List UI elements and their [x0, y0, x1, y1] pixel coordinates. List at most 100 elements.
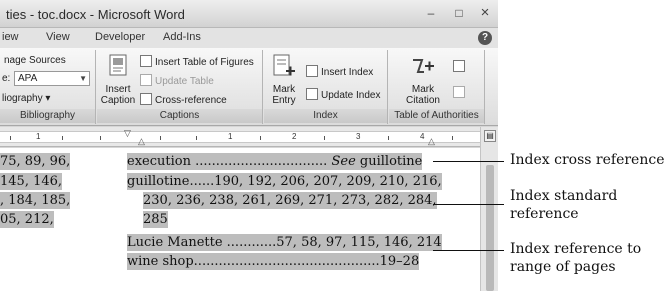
ruler-number: 1: [228, 132, 233, 141]
tab-developer[interactable]: Developer: [95, 31, 145, 43]
mark-entry-button[interactable]: Mark Entry: [268, 54, 300, 106]
update-table-button[interactable]: Update Table: [140, 74, 214, 87]
index-entry-guillotine-cont: 230, 236, 238, 261, 269, 271, 273, 282, …: [143, 192, 437, 209]
chevron-down-icon: ▼: [79, 74, 87, 83]
index-entry-guillotine-cont: 285: [143, 211, 168, 228]
group-citations-bibliography: nage Sources e: APA ▼ liography ▾ Biblio…: [0, 50, 96, 124]
vertical-scrollbar[interactable]: ▤: [480, 127, 498, 291]
ruler-tick: [10, 136, 11, 140]
insert-index-label: Insert Index: [321, 67, 374, 78]
group-label-bibliography: Bibliography: [0, 109, 95, 123]
title-bar: ties - toc.docx - Microsoft Word – □ ×: [0, 0, 498, 28]
ruler-tick: [260, 136, 261, 140]
ruler-tick: [62, 136, 63, 140]
insert-caption-icon: [109, 54, 127, 76]
hanging-indent-icon[interactable]: △: [138, 136, 145, 147]
tab-review[interactable]: iew: [2, 31, 19, 43]
style-value: APA: [18, 73, 38, 84]
ruler-tick: [160, 136, 161, 140]
insert-caption-label-1: Insert: [105, 84, 131, 95]
callout-line-standard: [433, 204, 504, 205]
callout-standard-line2: reference: [510, 206, 579, 222]
style-label: e:: [2, 73, 11, 84]
insert-index-button[interactable]: Insert Index: [306, 65, 373, 78]
mark-citation-label-2: Citation: [406, 95, 440, 106]
see-label: See: [331, 154, 356, 169]
ruler-tick: [388, 136, 389, 140]
index-entry-wine-shop: wine shop...............................…: [127, 253, 420, 270]
help-icon[interactable]: ?: [478, 31, 492, 45]
update-index-icon: [306, 88, 318, 100]
tab-add-ins[interactable]: Add-Ins: [163, 31, 201, 43]
tab-view[interactable]: View: [46, 31, 70, 43]
view-ruler-icon[interactable]: ▤: [484, 130, 496, 142]
minimize-button[interactable]: –: [420, 4, 442, 22]
close-button[interactable]: ×: [474, 4, 496, 22]
callout-line-cross-reference: [433, 161, 504, 162]
ruler-tick: [196, 136, 197, 140]
mark-citation-label-1: Mark: [411, 84, 435, 95]
indent-marker-icon[interactable]: ▽: [124, 128, 131, 139]
insert-caption-button[interactable]: Insert Caption: [100, 54, 136, 106]
mark-entry-icon: [273, 54, 295, 76]
group-table-of-authorities: Mark Citation Table of Authorities: [389, 50, 485, 124]
index-entry-guillotine: guillotine......190, 192, 206, 207, 209,…: [127, 173, 442, 190]
document-page[interactable]: 75, 89, 96, 145, 146, , 184, 185, 05, 21…: [0, 148, 480, 291]
mark-entry-label-1: Mark: [272, 84, 296, 95]
scroll-thumb[interactable]: [486, 165, 494, 291]
window-title: ties - toc.docx - Microsoft Word: [6, 7, 185, 22]
see-target: guillotine: [359, 154, 423, 169]
insert-table-of-figures-label: Insert Table of Figures: [155, 57, 254, 68]
group-captions: Insert Caption Insert Table of Figures U…: [97, 50, 263, 124]
bibliography-button[interactable]: liography ▾: [2, 93, 50, 104]
mark-citation-icon: [413, 59, 434, 73]
update-table-icon: [140, 74, 152, 86]
group-index: Mark Entry Insert Index Update Index Ind…: [264, 50, 388, 124]
left-column-line: 75, 89, 96,: [0, 153, 71, 170]
insert-table-of-authorities-icon[interactable]: [453, 60, 465, 72]
update-index-label: Update Index: [321, 90, 381, 101]
maximize-button[interactable]: □: [448, 4, 470, 22]
insert-table-of-figures-button[interactable]: Insert Table of Figures: [140, 55, 254, 68]
ruler-number: 3: [356, 132, 361, 141]
insert-caption-label-2: Caption: [100, 95, 136, 106]
left-column-line: 145, 146,: [0, 173, 63, 190]
ruler-track: 1 1 2 3 4: [0, 131, 480, 143]
index-entry-lucie-manette: Lucie Manette ............57, 58, 97, 11…: [127, 234, 442, 251]
left-column-line: 05, 212,: [0, 211, 54, 228]
update-index-button[interactable]: Update Index: [306, 88, 381, 101]
execution-entry-text: execution ..............................…: [127, 154, 328, 169]
index-entry-execution: execution ..............................…: [127, 153, 423, 170]
ruler-tick: [324, 136, 325, 140]
group-label-authorities: Table of Authorities: [389, 109, 484, 123]
cross-reference-button[interactable]: Cross-reference: [140, 93, 227, 106]
callout-cross-reference: Index cross reference: [510, 152, 665, 168]
ribbon-tabs: iew View Developer Add-Ins ?: [0, 28, 498, 48]
update-table-of-authorities-icon[interactable]: [453, 86, 465, 98]
mark-entry-label-2: Entry: [272, 95, 296, 106]
right-indent-icon[interactable]: △: [428, 136, 435, 147]
callout-range-line2: range of pages: [510, 259, 616, 275]
insert-index-icon: [306, 65, 318, 77]
update-table-label: Update Table: [155, 76, 214, 87]
ribbon: nage Sources e: APA ▼ liography ▾ Biblio…: [0, 48, 498, 126]
callout-line-range: [433, 250, 504, 251]
manage-sources-button[interactable]: nage Sources: [4, 55, 66, 66]
table-of-figures-icon: [140, 55, 152, 67]
callout-standard-line1: Index standard: [510, 188, 618, 204]
ruler-tick: [100, 136, 101, 140]
ruler-number: 1: [36, 132, 41, 141]
cross-reference-label: Cross-reference: [155, 95, 227, 106]
group-label-captions: Captions: [97, 109, 262, 123]
callout-range-line1: Index reference to: [510, 241, 642, 257]
mark-citation-button[interactable]: Mark Citation: [403, 54, 443, 106]
ruler-tick: [452, 136, 453, 140]
word-window: ties - toc.docx - Microsoft Word – □ × i…: [0, 0, 498, 291]
ruler-number: 2: [292, 132, 297, 141]
horizontal-ruler[interactable]: 1 1 2 3 4 ▽ △ △: [0, 127, 498, 147]
cross-reference-icon: [140, 93, 152, 105]
style-select[interactable]: APA ▼: [14, 71, 90, 86]
left-column-line: , 184, 185,: [0, 192, 71, 209]
ruler-number: 4: [420, 132, 425, 141]
group-label-index: Index: [264, 109, 387, 123]
